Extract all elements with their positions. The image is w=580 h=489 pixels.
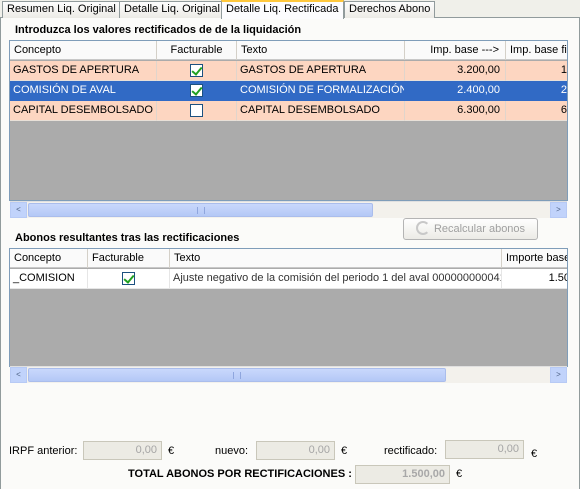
horizontal-scrollbar[interactable]: < > xyxy=(10,201,567,218)
cell-concepto: COMISIÓN DE AVAL xyxy=(10,81,157,101)
refresh-icon xyxy=(415,221,430,235)
cell-facturable xyxy=(157,81,237,101)
scroll-right-button[interactable]: > xyxy=(550,367,567,383)
irpf-rectificado-label: rectificado: xyxy=(384,445,438,457)
table-row[interactable]: _COMISION Ajuste negativo de la comisión… xyxy=(10,269,567,289)
facturable-checkbox[interactable] xyxy=(190,64,203,77)
scroll-grip-icon xyxy=(233,372,241,379)
cell-concepto: _COMISION xyxy=(10,269,88,289)
currency-label: € xyxy=(531,448,538,460)
cell-facturable xyxy=(88,269,170,289)
cell-imp-base-fin[interactable]: 6. xyxy=(506,101,567,121)
tab-derechos-abono[interactable]: Derechos Abono xyxy=(344,1,436,18)
cell-concepto: CAPITAL DESEMBOLSADO xyxy=(10,101,157,121)
cell-imp-base[interactable]: 2.400,00 xyxy=(405,81,506,101)
cell-facturable xyxy=(157,61,237,81)
scroll-left-button[interactable]: < xyxy=(10,202,27,218)
currency-label: € xyxy=(456,468,463,480)
col-concepto[interactable]: Concepto xyxy=(10,41,157,60)
col-imp-base[interactable]: Imp. base ---> xyxy=(405,41,506,60)
cell-texto[interactable]: GASTOS DE APERTURA xyxy=(237,61,405,81)
col-texto[interactable]: Texto xyxy=(170,249,502,268)
irpf-anterior-label: IRPF anterior: xyxy=(9,445,78,457)
currency-label: € xyxy=(168,445,175,457)
cell-facturable xyxy=(157,101,237,121)
table-row[interactable]: CAPITAL DESEMBOLSADO CAPITAL DESEMBOLSAD… xyxy=(10,101,567,121)
col-imp-base-fin[interactable]: Imp. base fir xyxy=(506,41,567,60)
currency-label: € xyxy=(341,445,348,457)
scroll-thumb[interactable] xyxy=(28,368,446,382)
table-row-selected[interactable]: COMISIÓN DE AVAL COMISIÓN DE FORMALIZACI… xyxy=(10,81,567,101)
recalcular-abonos-button[interactable]: Recalcular abonos xyxy=(403,218,538,240)
total-abonos-label: TOTAL ABONOS POR RECTIFICACIONES : xyxy=(128,468,352,480)
cell-imp-base-fin[interactable]: 2. xyxy=(506,81,567,101)
tab-resumen-liq-original[interactable]: Resumen Liq. Original xyxy=(2,1,121,18)
col-importe-base[interactable]: Importe base xyxy=(502,249,567,268)
facturable-checkbox[interactable] xyxy=(190,84,203,97)
col-texto[interactable]: Texto xyxy=(237,41,405,60)
cell-texto[interactable]: COMISIÓN DE FORMALIZACIÓN xyxy=(237,81,405,101)
section2-title: Abonos resultantes tras las rectificacio… xyxy=(15,232,240,244)
tab-detalle-liq-original[interactable]: Detalle Liq. Original xyxy=(119,1,225,18)
irpf-nuevo-label: nuevo: xyxy=(215,445,249,457)
cell-importe-base: 1.50 xyxy=(502,269,567,289)
cell-imp-base-fin[interactable]: 1. xyxy=(506,61,567,81)
rectified-values-grid: Concepto Facturable Texto Imp. base --->… xyxy=(9,40,568,201)
scroll-left-button[interactable]: < xyxy=(10,367,27,383)
irpf-anterior-field[interactable]: 0,00 xyxy=(83,441,162,460)
col-facturable[interactable]: Facturable xyxy=(157,41,237,60)
col-concepto[interactable]: Concepto xyxy=(10,249,88,268)
col-facturable[interactable]: Facturable xyxy=(88,249,170,268)
cell-imp-base[interactable]: 3.200,00 xyxy=(405,61,506,81)
irpf-rectificado-field[interactable]: 0,00 xyxy=(445,440,524,459)
scroll-grip-icon xyxy=(196,207,205,214)
tab-detalle-liq-rectificada[interactable]: Detalle Liq. Rectificada xyxy=(221,0,344,19)
total-abonos-field: 1.500,00 xyxy=(355,465,450,484)
cell-texto: Ajuste negativo de la comisión del perio… xyxy=(170,269,502,289)
irpf-nuevo-field[interactable]: 0,00 xyxy=(256,441,335,460)
abonos-grid: Concepto Facturable Texto Importe base _… xyxy=(9,248,568,367)
recalcular-label: Recalcular abonos xyxy=(433,223,526,235)
tab-strip: Resumen Liq. Original Detalle Liq. Origi… xyxy=(0,0,580,19)
facturable-checkbox[interactable] xyxy=(122,272,135,285)
cell-texto[interactable]: CAPITAL DESEMBOLSADO xyxy=(237,101,405,121)
scroll-thumb[interactable] xyxy=(28,203,373,217)
facturable-checkbox[interactable] xyxy=(190,104,203,117)
grid-header: Concepto Facturable Texto Importe base xyxy=(10,249,567,268)
scroll-right-button[interactable]: > xyxy=(550,202,567,218)
section1-title: Introduzca los valores rectificados de d… xyxy=(15,24,302,36)
table-row[interactable]: GASTOS DE APERTURA GASTOS DE APERTURA 3.… xyxy=(10,61,567,81)
cell-concepto: GASTOS DE APERTURA xyxy=(10,61,157,81)
horizontal-scrollbar[interactable]: < > xyxy=(10,366,567,383)
cell-imp-base[interactable]: 6.300,00 xyxy=(405,101,506,121)
grid-header: Concepto Facturable Texto Imp. base --->… xyxy=(10,41,567,60)
